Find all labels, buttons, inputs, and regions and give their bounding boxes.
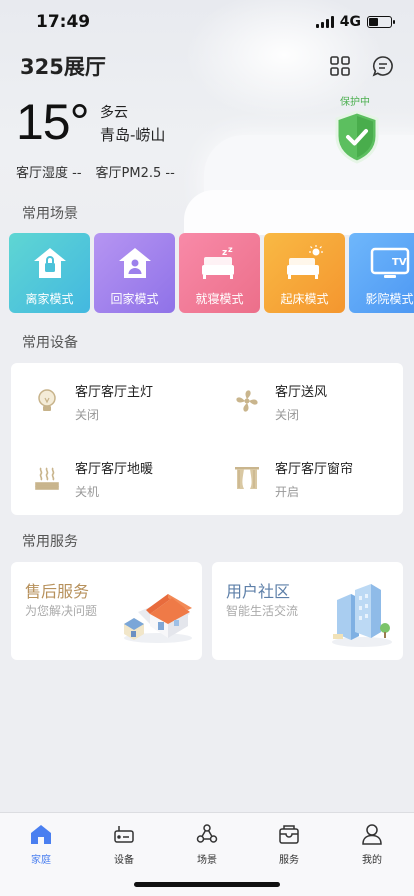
scene-cinema[interactable]: TV 影院模式 <box>349 233 414 313</box>
location: 青岛-崂山 <box>100 126 166 144</box>
device-state: 开启 <box>275 485 300 499</box>
scene-sleep[interactable]: zz 就寝模式 <box>179 233 260 313</box>
humidity-readout: 客厅湿度 -- <box>16 166 82 181</box>
device-name: 客厅客厅地暖 <box>75 462 154 477</box>
device-main-light[interactable]: 客厅客厅主灯 关闭 <box>31 381 153 423</box>
security-status: 保护中 <box>340 97 370 108</box>
bed-sleep-icon: zz <box>200 243 240 283</box>
device-name: 客厅客厅窗帘 <box>275 462 354 477</box>
scene-label: 回家模式 <box>110 292 159 306</box>
temperature: 15° <box>16 94 90 150</box>
header: 325展厅 <box>20 50 394 82</box>
house-lock-icon <box>32 243 68 283</box>
devices-card: 客厅客厅主灯 关闭 客厅送风 关闭 客厅客厅地暖 关机 客厅客厅窗帘 开启 <box>11 363 403 515</box>
svg-text:z: z <box>222 248 227 258</box>
tab-label: 我的 <box>362 855 382 866</box>
status-bar: 17:49 4G <box>0 0 414 44</box>
tab-profile[interactable]: 我的 <box>342 821 402 866</box>
curtain-icon <box>231 462 263 494</box>
tab-label: 设备 <box>114 855 134 866</box>
home-icon <box>30 821 52 847</box>
tab-label: 场景 <box>197 855 217 866</box>
device-name: 客厅送风 <box>275 385 328 400</box>
battery-icon <box>367 16 395 28</box>
bulb-icon <box>31 385 63 417</box>
scene-list: 离家模式 回家模式 zz 就寝模式 起床模式 TV 影院模式 <box>9 233 414 313</box>
scenes-title: 常用场景 <box>22 206 78 222</box>
tab-label: 家庭 <box>31 855 51 866</box>
scene-label: 离家模式 <box>25 292 74 306</box>
bed-sun-icon <box>285 243 325 283</box>
house-illustration <box>118 582 194 648</box>
home-name[interactable]: 325展厅 <box>20 51 106 81</box>
devices-title: 常用设备 <box>22 335 78 351</box>
svg-text:z: z <box>228 245 233 254</box>
service-box-icon <box>278 821 300 847</box>
tab-label: 服务 <box>279 855 299 866</box>
scene-wake[interactable]: 起床模式 <box>264 233 345 313</box>
nodes-icon <box>196 821 218 847</box>
home-indicator[interactable] <box>134 882 280 887</box>
service-community[interactable]: 用户社区 智能生活交流 <box>212 562 403 660</box>
device-state: 关闭 <box>75 408 100 422</box>
weather-condition: 多云 <box>100 105 128 121</box>
buildings-illustration <box>329 582 395 652</box>
service-subtitle: 为您解决问题 <box>25 604 98 618</box>
device-state: 关机 <box>75 485 100 499</box>
tab-services[interactable]: 服务 <box>259 821 319 866</box>
tab-devices[interactable]: 设备 <box>94 821 154 866</box>
device-name: 客厅客厅主灯 <box>75 385 154 400</box>
network-type: 4G <box>339 14 361 30</box>
device-state: 关闭 <box>275 408 300 422</box>
house-person-icon <box>117 243 153 283</box>
tab-home[interactable]: 家庭 <box>11 821 71 866</box>
status-time: 17:49 <box>36 12 91 32</box>
scene-label: 就寝模式 <box>195 292 244 306</box>
tab-scenes[interactable]: 场景 <box>177 821 237 866</box>
room-metrics: 客厅湿度 -- 客厅PM2.5 -- <box>16 162 175 181</box>
service-subtitle: 智能生活交流 <box>226 604 299 618</box>
tv-icon: TV <box>370 243 410 283</box>
device-curtain[interactable]: 客厅客厅窗帘 开启 <box>231 458 353 500</box>
service-after-sales[interactable]: 售后服务 为您解决问题 <box>11 562 202 660</box>
device-floor-heating[interactable]: 客厅客厅地暖 关机 <box>31 458 153 500</box>
signal-icon <box>315 16 334 28</box>
service-title: 售后服务 <box>25 582 90 601</box>
user-icon <box>361 821 383 847</box>
floor-heating-icon <box>31 462 63 494</box>
services-title: 常用服务 <box>22 534 78 550</box>
scene-label: 影院模式 <box>365 292 414 306</box>
message-icon[interactable] <box>372 55 394 77</box>
pm25-readout: 客厅PM2.5 -- <box>95 166 175 181</box>
svg-text:TV: TV <box>392 257 407 268</box>
scene-home[interactable]: 回家模式 <box>94 233 175 313</box>
service-title: 用户社区 <box>226 582 291 601</box>
device-ventilation[interactable]: 客厅送风 关闭 <box>231 381 327 423</box>
grid-icon[interactable] <box>330 56 350 76</box>
scene-label: 起床模式 <box>280 292 329 306</box>
fan-icon <box>231 385 263 417</box>
router-icon <box>113 821 135 847</box>
scene-away[interactable]: 离家模式 <box>9 233 90 313</box>
shield-icon[interactable] <box>333 110 381 164</box>
